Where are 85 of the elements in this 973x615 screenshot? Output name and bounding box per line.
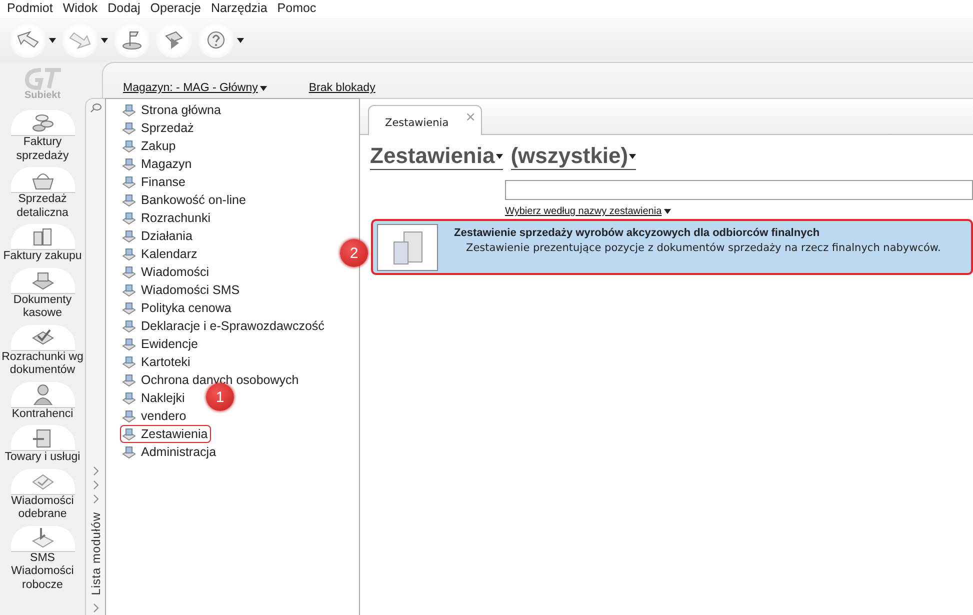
sidebar-item[interactable]: Dokumenty kasowe bbox=[0, 268, 85, 324]
module-icon bbox=[122, 212, 136, 224]
module-item[interactable]: Magazyn bbox=[120, 155, 195, 173]
caret-icon bbox=[629, 154, 636, 158]
module-icon bbox=[122, 104, 136, 116]
search-field[interactable] bbox=[505, 180, 973, 200]
sidebar-item[interactable]: Faktury zakupu bbox=[0, 224, 85, 268]
module-list-label[interactable]: Lista modułów bbox=[88, 512, 102, 595]
module-item[interactable]: Wiadomości bbox=[120, 263, 212, 281]
sidebar-item[interactable]: Faktury sprzedaży bbox=[0, 110, 85, 167]
dropdown-caret-icon bbox=[101, 38, 108, 42]
flag-icon bbox=[120, 30, 144, 50]
sidebar-item[interactable]: Towary i usługi bbox=[0, 425, 85, 468]
module-item[interactable]: Sprzedaż bbox=[120, 119, 197, 137]
module-item[interactable]: Deklaracje i e-Sprawozdawczość bbox=[120, 317, 328, 335]
group-dropdown[interactable]: (wszystkie) bbox=[510, 143, 636, 170]
menu-item[interactable]: Widok bbox=[58, 0, 103, 18]
chevron-icon[interactable] bbox=[92, 494, 100, 504]
module-icon bbox=[122, 338, 136, 350]
coins-icon bbox=[30, 112, 56, 134]
module-item[interactable]: Bankowość on-line bbox=[120, 191, 249, 209]
module-item[interactable]: Strona główna bbox=[120, 101, 224, 119]
module-icon bbox=[122, 428, 136, 440]
sidebar-item[interactable]: SMS Wiadomości robocze bbox=[0, 526, 85, 596]
module-item[interactable]: Kalendarz bbox=[120, 245, 200, 263]
toolbar-button[interactable] bbox=[198, 22, 244, 58]
module-icon bbox=[122, 284, 136, 296]
module-icon bbox=[122, 392, 136, 404]
tab[interactable]: Zestawienia × bbox=[368, 105, 482, 135]
module-item[interactable]: Zakup bbox=[120, 137, 179, 155]
module-icon bbox=[122, 176, 136, 188]
sidebar-item[interactable]: Sprzedaż detaliczna bbox=[0, 167, 85, 224]
module-icon bbox=[122, 122, 136, 134]
module-icon bbox=[122, 446, 136, 458]
module-item[interactable]: Naklejki bbox=[120, 389, 188, 407]
module-icon bbox=[122, 302, 136, 314]
module-item[interactable]: Kartoteki bbox=[120, 353, 194, 371]
dropdown-caret-icon bbox=[237, 38, 244, 42]
sidebar-item[interactable]: Kontrahenci bbox=[0, 382, 85, 425]
logo-text: Subiekt bbox=[24, 90, 61, 101]
menu-item[interactable]: Narzędzia bbox=[206, 0, 272, 18]
back-arrow-icon bbox=[16, 30, 40, 50]
module-item[interactable]: Działania bbox=[120, 227, 196, 245]
warehouse-link[interactable]: Magazyn: - MAG - Główny bbox=[123, 82, 267, 94]
module-icon bbox=[122, 356, 136, 368]
module-item[interactable]: Zestawienia bbox=[120, 425, 211, 443]
caret-icon bbox=[664, 209, 671, 214]
module-item[interactable]: Wiadomości SMS bbox=[120, 281, 243, 299]
caret-icon bbox=[496, 154, 503, 158]
report-item[interactable]: Zestawienie sprzedaży wyrobów akcyzowych dla odbiorców finalnych Zestawienie prezentujące pozycje z dokumentów sprzedaży na rzecz finalnych nabywców. bbox=[371, 219, 973, 275]
dropdown-caret-icon bbox=[49, 38, 56, 42]
module-icon bbox=[122, 194, 136, 206]
menu-item[interactable]: Dodaj bbox=[102, 0, 146, 18]
report-description: Zestawienie prezentujące pozycje z dokumentów sprzedaży na rzecz finalnych nabywców. bbox=[465, 242, 941, 254]
module-item[interactable]: Rozrachunki bbox=[120, 209, 214, 227]
module-item[interactable]: Finanse bbox=[120, 173, 188, 191]
menu-item[interactable]: Podmiot bbox=[2, 0, 58, 18]
module-item[interactable]: Administracja bbox=[120, 443, 220, 461]
sidebar-item[interactable]: Wiadomości odebrane bbox=[0, 468, 85, 526]
module-icon bbox=[122, 320, 136, 332]
module-icon bbox=[122, 410, 136, 422]
forward-arrow-icon bbox=[68, 30, 92, 50]
toolbar-button[interactable] bbox=[10, 22, 56, 58]
module-item[interactable]: Polityka cenowa bbox=[120, 299, 234, 317]
module-icon bbox=[122, 140, 136, 152]
module-icon bbox=[122, 158, 136, 170]
module-icon bbox=[122, 266, 136, 278]
callout-badge: 1 bbox=[206, 383, 234, 411]
caret-icon bbox=[260, 86, 267, 90]
report-title: Zestawienie sprzedaży wyrobów akcyzowych dla odbiorców finalnych bbox=[454, 227, 821, 239]
chevron-icon[interactable] bbox=[92, 603, 100, 613]
chevron-icon[interactable] bbox=[92, 466, 100, 476]
menu-item[interactable]: Operacje bbox=[145, 0, 206, 18]
lock-link[interactable]: Brak blokady bbox=[308, 82, 376, 94]
module-icon bbox=[122, 374, 136, 386]
sidebar-item[interactable]: Rozrachunki wg dokumentów bbox=[0, 324, 85, 382]
chevron-icon[interactable] bbox=[92, 480, 100, 490]
menu-item[interactable]: Pomoc bbox=[272, 0, 322, 18]
category-dropdown[interactable]: Zestawienia bbox=[370, 143, 503, 170]
search-mode-link[interactable]: Wybierz według nazwy zestawienia bbox=[505, 206, 671, 217]
module-item[interactable]: Ewidencje bbox=[120, 335, 201, 353]
module-icon bbox=[122, 230, 136, 242]
module-icon bbox=[122, 248, 136, 260]
logo-icon bbox=[22, 68, 62, 90]
module-item[interactable]: vendero bbox=[120, 407, 190, 425]
